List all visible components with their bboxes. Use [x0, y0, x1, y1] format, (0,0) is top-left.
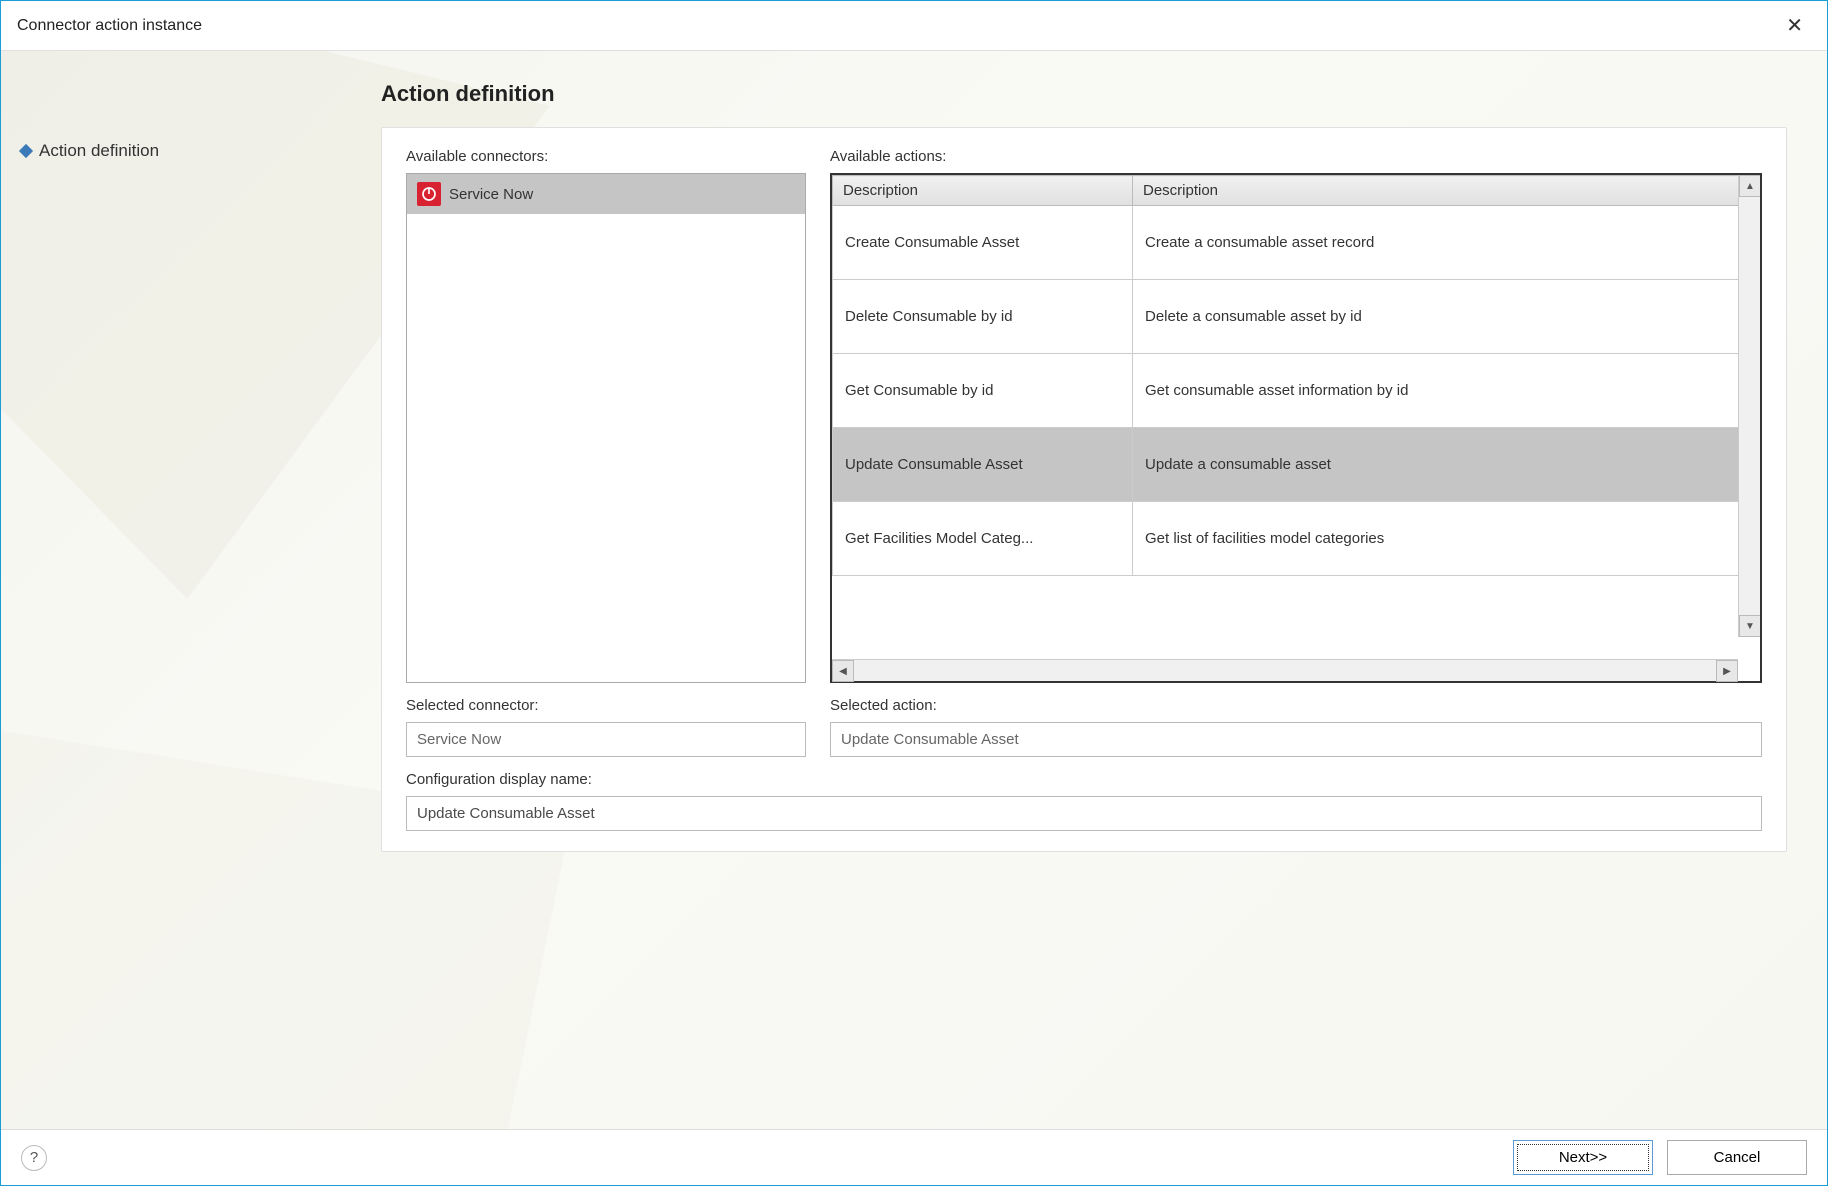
- definition-panel: Available connectors: Service Now Availa: [381, 127, 1787, 852]
- connectors-listbox[interactable]: Service Now: [406, 173, 806, 683]
- action-desc-cell: Delete a consumable asset by id: [1133, 280, 1760, 354]
- action-name-cell: Delete Consumable by id: [833, 280, 1133, 354]
- dialog-footer: ? Next>> Cancel: [1, 1129, 1827, 1185]
- close-icon: ✕: [1786, 15, 1803, 37]
- connectors-column: Available connectors: Service Now: [406, 148, 806, 683]
- action-desc-cell: Create a consumable asset record: [1133, 206, 1760, 280]
- config-display-group: Configuration display name:: [406, 771, 1762, 831]
- selected-connector-group: Selected connector:: [406, 697, 806, 757]
- actions-column: Available actions: Description Descripti…: [830, 148, 1762, 683]
- scroll-up-button[interactable]: ▲: [1739, 175, 1760, 197]
- servicenow-icon: [417, 182, 441, 206]
- action-name-cell: Update Consumable Asset: [833, 428, 1133, 502]
- help-icon: ?: [30, 1149, 38, 1166]
- actions-header-col2[interactable]: Description: [1133, 176, 1760, 206]
- action-name-cell: Get Consumable by id: [833, 354, 1133, 428]
- sidebar-item-label: Action definition: [39, 141, 159, 161]
- selected-connector-input[interactable]: [406, 722, 806, 757]
- scroll-right-button[interactable]: ▶: [1716, 660, 1738, 682]
- connector-item-label: Service Now: [449, 186, 533, 203]
- action-name-cell: Get Facilities Model Categ...: [833, 502, 1133, 576]
- dialog-title: Connector action instance: [17, 17, 202, 35]
- actions-table-container: Description Description Create Consumabl…: [830, 173, 1762, 683]
- table-row[interactable]: Get Facilities Model Categ...Get list of…: [833, 502, 1760, 576]
- selected-action-group: Selected action:: [830, 697, 1762, 757]
- action-desc-cell: Get consumable asset information by id: [1133, 354, 1760, 428]
- table-row[interactable]: Create Consumable AssetCreate a consumab…: [833, 206, 1760, 280]
- table-row[interactable]: Delete Consumable by idDelete a consumab…: [833, 280, 1760, 354]
- titlebar: Connector action instance ✕: [1, 1, 1827, 51]
- scroll-left-button[interactable]: ◀: [832, 660, 854, 682]
- page-title: Action definition: [381, 81, 1787, 107]
- available-actions-label: Available actions:: [830, 148, 1762, 165]
- scroll-down-button[interactable]: ▼: [1739, 615, 1760, 637]
- footer-button-group: Next>> Cancel: [1513, 1140, 1807, 1175]
- selected-action-label: Selected action:: [830, 697, 1762, 714]
- action-desc-cell: Update a consumable asset: [1133, 428, 1760, 502]
- config-display-input[interactable]: [406, 796, 1762, 831]
- close-button[interactable]: ✕: [1778, 9, 1811, 42]
- actions-table[interactable]: Description Description Create Consumabl…: [832, 175, 1760, 576]
- next-button[interactable]: Next>>: [1513, 1140, 1653, 1175]
- config-display-label: Configuration display name:: [406, 771, 1762, 788]
- actions-header-col1[interactable]: Description: [833, 176, 1133, 206]
- action-name-cell: Create Consumable Asset: [833, 206, 1133, 280]
- action-desc-cell: Get list of facilities model categories: [1133, 502, 1760, 576]
- diamond-icon: [19, 144, 33, 158]
- selected-action-input[interactable]: [830, 722, 1762, 757]
- sidebar-item-action-definition[interactable]: Action definition: [21, 141, 361, 161]
- connector-item-servicenow[interactable]: Service Now: [407, 174, 805, 214]
- selected-connector-label: Selected connector:: [406, 697, 806, 714]
- available-connectors-label: Available connectors:: [406, 148, 806, 165]
- main-content: Action definition Available connectors: …: [381, 51, 1827, 1129]
- table-row[interactable]: Get Consumable by idGet consumable asset…: [833, 354, 1760, 428]
- help-button[interactable]: ?: [21, 1145, 47, 1171]
- dialog-window: Connector action instance ✕ Action defin…: [0, 0, 1828, 1186]
- vertical-scrollbar[interactable]: ▲ ▼: [1738, 175, 1760, 637]
- cancel-button[interactable]: Cancel: [1667, 1140, 1807, 1175]
- wizard-sidebar: Action definition: [1, 51, 381, 1129]
- dialog-body: Action definition Action definition Avai…: [1, 51, 1827, 1129]
- table-row[interactable]: Update Consumable AssetUpdate a consumab…: [833, 428, 1760, 502]
- horizontal-scrollbar[interactable]: ◀ ▶: [832, 659, 1738, 681]
